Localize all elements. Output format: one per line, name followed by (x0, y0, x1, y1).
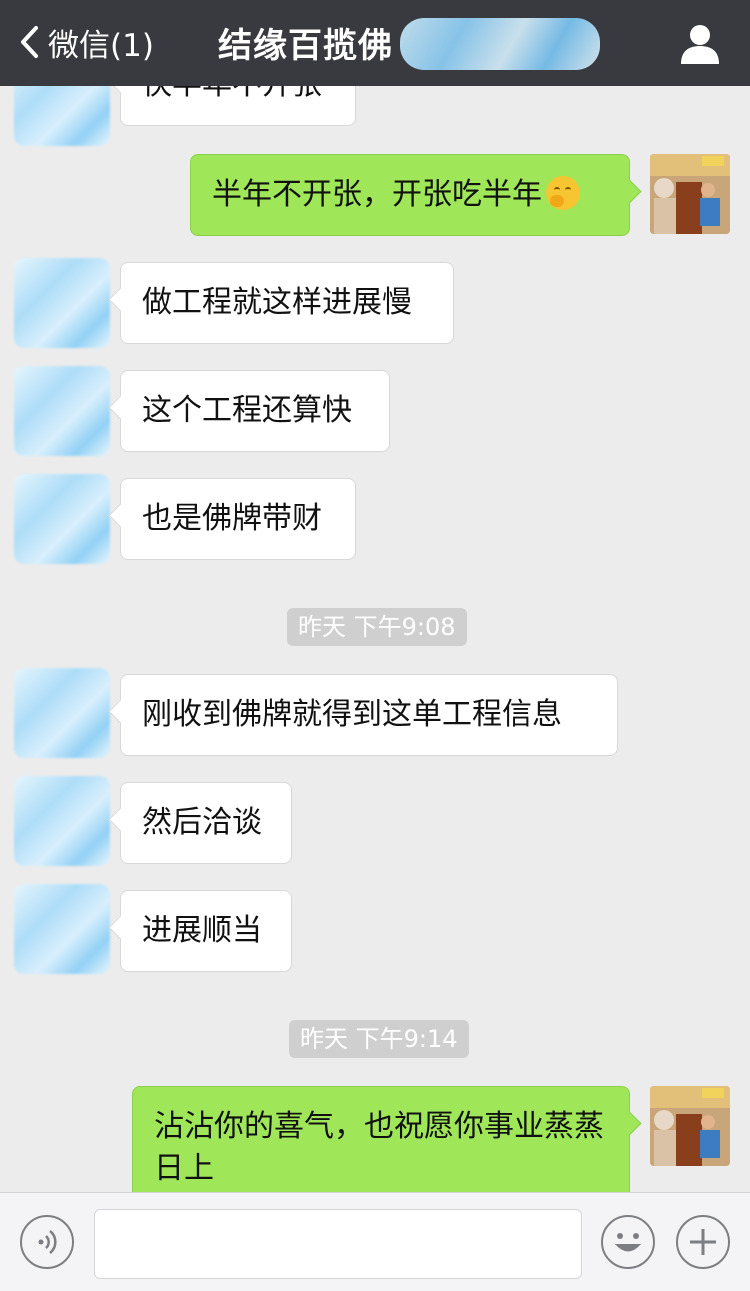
contact-avatar[interactable] (14, 366, 110, 456)
message-text: 也是佛牌带财 (142, 501, 322, 536)
timestamp-label: 昨天 下午9:14 (289, 1020, 469, 1058)
back-label: 微信(1) (48, 27, 154, 64)
grinning-hand-emoji-icon (546, 176, 580, 210)
timestamp-label: 昨天 下午9:08 (287, 608, 467, 646)
message-bubble[interactable]: 刚收到佛牌就得到这单工程信息 (120, 674, 618, 756)
message-bubble[interactable]: 进展顺当 (120, 890, 292, 972)
message-text: 这个工程还算快 (142, 393, 352, 428)
input-bar (0, 1192, 750, 1291)
plus-icon (690, 1229, 716, 1255)
message-bubble[interactable]: 半年不开张，开张吃半年 (190, 154, 630, 236)
message-text: 沾沾你的喜气，也祝愿你事业蒸蒸日上 (154, 1109, 604, 1186)
emoji-icon (615, 1233, 641, 1252)
message-text: 进展顺当 (142, 913, 262, 948)
message-bubble[interactable]: 也是佛牌带财 (120, 478, 356, 560)
contact-avatar[interactable] (14, 474, 110, 564)
back-button[interactable]: 微信(1) (18, 20, 154, 64)
emoji-button[interactable] (601, 1215, 655, 1269)
title-redaction (400, 18, 600, 70)
message-bubble[interactable]: 然后洽谈 (120, 782, 292, 864)
contact-avatar[interactable] (14, 776, 110, 866)
message-text: 半年不开张，开张吃半年 (212, 177, 542, 212)
chat-title: 结缘百揽佛 (218, 26, 393, 66)
message-bubble[interactable]: 这个工程还算快 (120, 370, 390, 452)
user-photo-icon (650, 154, 730, 234)
plus-button[interactable] (676, 1215, 730, 1269)
message-bubble[interactable]: 快半年不开张 (120, 86, 356, 126)
voice-icon (38, 1230, 57, 1254)
message-input[interactable] (94, 1209, 582, 1279)
profile-icon[interactable] (676, 20, 724, 68)
message-text: 快半年不开张 (142, 86, 322, 102)
contact-avatar[interactable] (14, 258, 110, 348)
contact-avatar[interactable] (14, 668, 110, 758)
message-text: 刚收到佛牌就得到这单工程信息 (142, 697, 562, 732)
contact-avatar[interactable] (14, 884, 110, 974)
chevron-left-icon (21, 26, 38, 58)
contact-avatar[interactable] (14, 86, 110, 146)
message-bubble[interactable]: 做工程就这样进展慢 (120, 262, 454, 344)
user-photo-icon (650, 1086, 730, 1166)
message-text: 做工程就这样进展慢 (142, 285, 412, 320)
message-bubble[interactable]: 沾沾你的喜气，也祝愿你事业蒸蒸日上 (132, 1086, 630, 1192)
chat-area[interactable]: 快半年不开张 半年不开张，开张吃半年 做工程就这样进展慢 这个工程还算快 也是佛… (0, 86, 750, 1192)
my-avatar[interactable] (650, 1086, 730, 1166)
my-avatar[interactable] (650, 154, 730, 234)
voice-button[interactable] (20, 1215, 74, 1269)
chat-header: 微信(1) 结缘百揽佛 (0, 0, 750, 86)
message-text: 然后洽谈 (142, 805, 262, 840)
